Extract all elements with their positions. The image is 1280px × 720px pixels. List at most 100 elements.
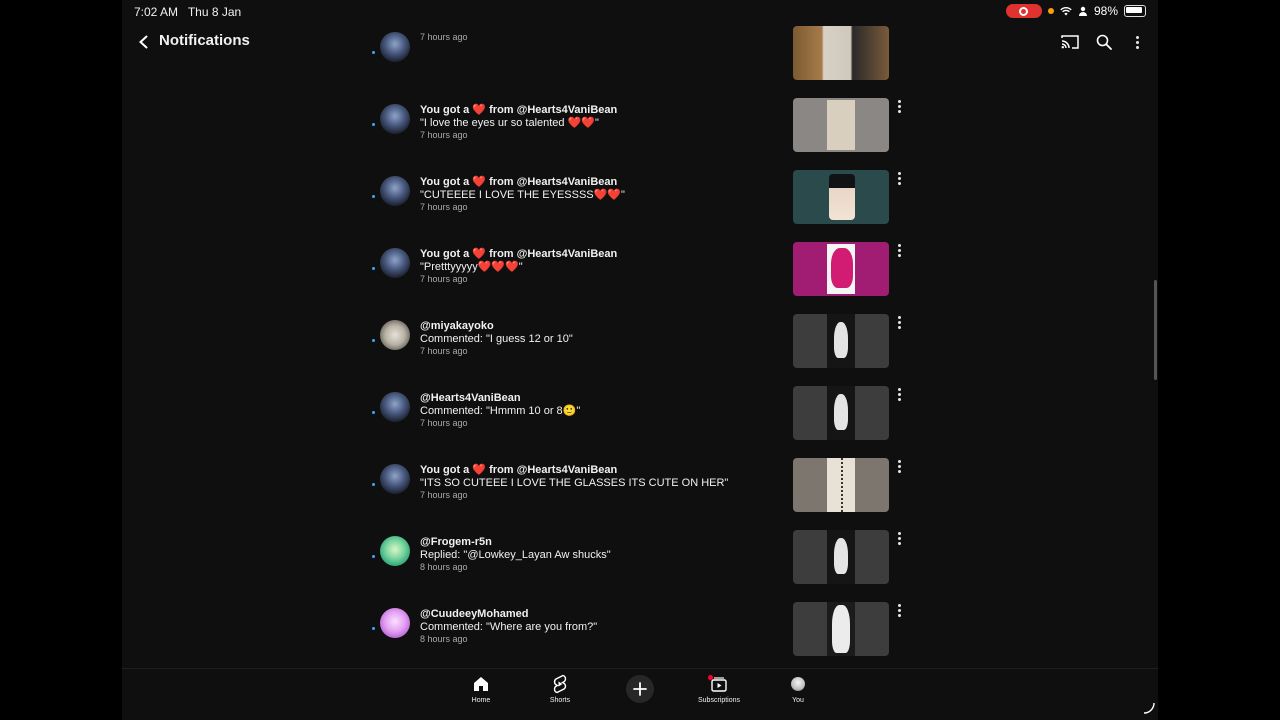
notification-message: "CUTEEEE I LOVE THE EYESSSS❤️❤️" bbox=[420, 189, 625, 201]
notification-list[interactable]: 7 hours ago You got a ❤️ from @Hearts4Van… bbox=[122, 0, 1158, 668]
channel-avatar[interactable] bbox=[380, 608, 410, 638]
notification-item[interactable]: You got a ❤️ from @Hearts4VaniBean "Prett… bbox=[122, 242, 1158, 320]
back-button[interactable] bbox=[132, 30, 156, 54]
unread-dot bbox=[372, 195, 375, 198]
nav-shorts[interactable]: Shorts bbox=[530, 673, 590, 704]
channel-avatar[interactable] bbox=[380, 176, 410, 206]
notification-more-button[interactable] bbox=[892, 387, 906, 401]
notification-text: You got a ❤️ from @Hearts4VaniBean "Prett… bbox=[420, 248, 780, 285]
notification-title-prefix: You got a bbox=[420, 176, 473, 188]
more-vert-icon bbox=[897, 171, 901, 185]
page-title: Notifications bbox=[159, 32, 250, 49]
more-vert-icon bbox=[897, 99, 901, 113]
channel-avatar[interactable] bbox=[380, 104, 410, 134]
notification-more-button[interactable] bbox=[892, 315, 906, 329]
notification-more-button[interactable] bbox=[892, 171, 906, 185]
create-button[interactable] bbox=[626, 675, 654, 703]
video-thumbnail[interactable] bbox=[793, 314, 889, 368]
notification-time: 8 hours ago bbox=[420, 562, 468, 572]
more-vert-icon bbox=[1135, 35, 1139, 49]
notification-item[interactable]: @Hearts4VaniBean Commented: "Hmmm 10 or 8… bbox=[122, 386, 1158, 464]
heart-icon: ❤️ bbox=[472, 176, 487, 188]
plus-icon bbox=[633, 682, 647, 696]
unread-dot bbox=[372, 411, 375, 414]
notification-item[interactable]: You got a ❤️ from @Hearts4VaniBean "CUTEE… bbox=[122, 170, 1158, 248]
video-thumbnail[interactable] bbox=[793, 386, 889, 440]
notification-time: 7 hours ago bbox=[420, 490, 468, 500]
notification-item[interactable]: @miyakayoko Commented: "I guess 12 or 10"… bbox=[122, 314, 1158, 392]
bottom-nav: Home Shorts Subscriptions You bbox=[122, 668, 1158, 720]
notification-text: @miyakayoko Commented: "I guess 12 or 10"… bbox=[420, 320, 780, 357]
nav-subscriptions[interactable]: Subscriptions bbox=[689, 673, 749, 704]
notification-time: 7 hours ago bbox=[420, 346, 468, 356]
video-thumbnail[interactable] bbox=[793, 242, 889, 296]
notification-title-suffix: from @Hearts4VaniBean bbox=[486, 176, 618, 188]
notification-title: @Hearts4VaniBean bbox=[420, 392, 521, 404]
notification-item[interactable]: You got a ❤️ from @Hearts4VaniBean "I lov… bbox=[122, 98, 1158, 176]
notification-more-button[interactable] bbox=[892, 99, 906, 113]
video-thumbnail[interactable] bbox=[793, 602, 889, 656]
notification-title-suffix: from @Hearts4VaniBean bbox=[486, 464, 618, 476]
video-thumbnail[interactable] bbox=[793, 98, 889, 152]
more-options-button[interactable] bbox=[1125, 30, 1149, 54]
notification-item[interactable]: You got a ❤️ from @Hearts4VaniBean "ITS S… bbox=[122, 458, 1158, 536]
cast-button[interactable] bbox=[1058, 30, 1082, 54]
unread-dot bbox=[372, 267, 375, 270]
channel-avatar[interactable] bbox=[380, 392, 410, 422]
notification-message: Commented: "I guess 12 or 10" bbox=[420, 333, 573, 345]
notification-time: 7 hours ago bbox=[420, 274, 468, 284]
notification-item[interactable]: @CuudeeyMohamed Commented: "Where are you… bbox=[122, 602, 1158, 668]
shorts-icon bbox=[549, 673, 571, 695]
notification-text: @CuudeeyMohamed Commented: "Where are you… bbox=[420, 608, 780, 645]
notification-item[interactable]: @Frogem-r5n Replied: "@Lowkey_Layan Aw sh… bbox=[122, 530, 1158, 608]
notification-title-prefix: You got a bbox=[420, 104, 473, 116]
search-button[interactable] bbox=[1092, 30, 1116, 54]
notification-title-prefix: You got a bbox=[420, 248, 473, 260]
nav-home[interactable]: Home bbox=[451, 673, 511, 704]
notification-title: You got a ❤️ from @Hearts4VaniBean bbox=[420, 104, 780, 117]
notification-title-prefix: You got a bbox=[420, 464, 473, 476]
heart-icon: ❤️ bbox=[472, 464, 487, 476]
notification-time: 7 hours ago bbox=[420, 418, 468, 428]
channel-avatar[interactable] bbox=[380, 536, 410, 566]
notifications-screen: 7:02 AM Thu 8 Jan 98% 7 hours ago You got… bbox=[122, 0, 1158, 720]
notification-more-button[interactable] bbox=[892, 459, 906, 473]
channel-avatar[interactable] bbox=[380, 248, 410, 278]
scrollbar[interactable] bbox=[1154, 280, 1157, 380]
notification-title-suffix: from @Hearts4VaniBean bbox=[486, 248, 618, 260]
more-vert-icon bbox=[897, 531, 901, 545]
video-thumbnail[interactable] bbox=[793, 170, 889, 224]
notification-message: Commented: "Hmmm 10 or 8🙂" bbox=[420, 405, 581, 417]
search-icon bbox=[1096, 34, 1112, 50]
nav-subscriptions-label: Subscriptions bbox=[697, 697, 741, 704]
nav-you[interactable]: You bbox=[768, 673, 828, 704]
notification-title: You got a ❤️ from @Hearts4VaniBean bbox=[420, 176, 780, 189]
notification-message: Commented: "Where are you from?" bbox=[420, 621, 598, 633]
notification-more-button[interactable] bbox=[892, 531, 906, 545]
channel-avatar[interactable] bbox=[380, 320, 410, 350]
unread-dot bbox=[372, 483, 375, 486]
notification-time: 8 hours ago bbox=[420, 634, 468, 644]
more-vert-icon bbox=[897, 387, 901, 401]
channel-avatar[interactable] bbox=[380, 464, 410, 494]
more-vert-icon bbox=[897, 243, 901, 257]
unread-dot bbox=[372, 555, 375, 558]
notification-message: "Pretttyyyyy❤️❤️❤️" bbox=[420, 261, 523, 273]
heart-icon: ❤️ bbox=[472, 104, 487, 116]
notification-text: @Frogem-r5n Replied: "@Lowkey_Layan Aw sh… bbox=[420, 536, 780, 573]
more-vert-icon bbox=[897, 603, 901, 617]
notification-message: "ITS SO CUTEEE I LOVE THE GLASSES ITS CU… bbox=[420, 477, 729, 489]
video-thumbnail[interactable] bbox=[793, 530, 889, 584]
video-thumbnail[interactable] bbox=[793, 458, 889, 512]
app-header: Notifications bbox=[122, 26, 1158, 58]
notification-time: 7 hours ago bbox=[420, 202, 468, 212]
nav-you-label: You bbox=[792, 697, 804, 704]
notification-badge bbox=[708, 675, 713, 680]
resize-corner-icon bbox=[1143, 702, 1155, 714]
notification-text: You got a ❤️ from @Hearts4VaniBean "I lov… bbox=[420, 104, 780, 141]
unread-dot bbox=[372, 123, 375, 126]
notification-more-button[interactable] bbox=[892, 243, 906, 257]
more-vert-icon bbox=[897, 315, 901, 329]
notification-more-button[interactable] bbox=[892, 603, 906, 617]
notification-title: You got a ❤️ from @Hearts4VaniBean bbox=[420, 248, 780, 261]
